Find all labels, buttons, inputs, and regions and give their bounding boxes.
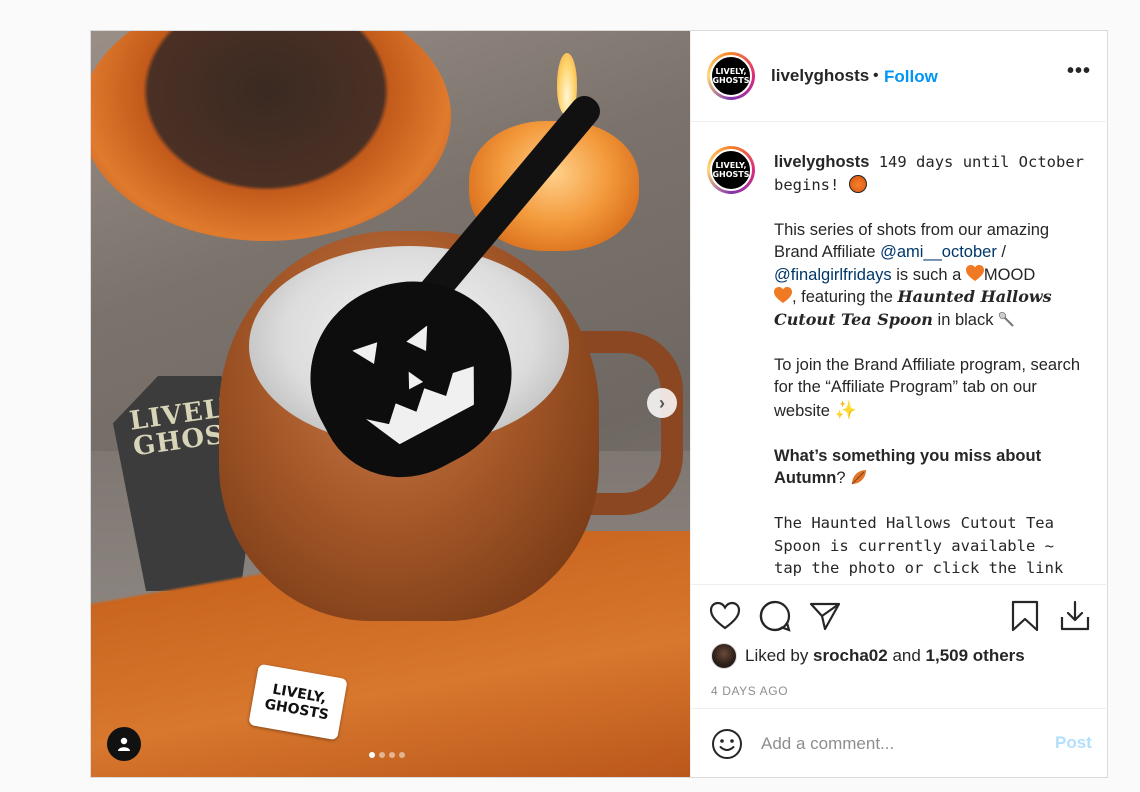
caption-question: What’s something you miss about Autumn?	[774, 445, 1084, 490]
fallen-leaf-icon	[851, 470, 867, 485]
comment-input[interactable]	[759, 729, 1043, 759]
caption-paragraph-1: This series of shots from our amazing Br…	[774, 219, 1084, 332]
spoon-icon	[998, 311, 1014, 327]
caption-question-text: What’s something you miss about Autumn	[774, 446, 1042, 488]
carousel-dot	[389, 752, 395, 758]
caption-text-segment: , featuring the	[792, 288, 898, 306]
caption-avatar-ring[interactable]: LIVELY, GHOSTS	[707, 146, 755, 194]
liked-by: Liked by srocha02 and 1,509 others	[711, 643, 1025, 669]
caption-text-segment: /	[996, 243, 1007, 261]
post-side-panel: LIVELY, GHOSTS livelyghosts • Follow •••…	[690, 31, 1108, 777]
post-comment-button[interactable]: Post	[1055, 733, 1092, 753]
download-icon[interactable]	[1058, 599, 1092, 633]
caption-paragraph-4: The Haunted Hallows Cutout Tea Spoon is …	[774, 514, 1064, 577]
more-icon[interactable]: •••	[1067, 60, 1091, 83]
post-card: LIVELY GHOSTS LIVELY, GHOSTS › LIVELY, G…	[90, 30, 1108, 778]
avatar: LIVELY, GHOSTS	[710, 149, 752, 191]
caption-area[interactable]: LIVELY, GHOSTS livelyghosts 149 days unt…	[691, 122, 1108, 584]
pumpkin-bowl	[91, 31, 451, 241]
likes-count[interactable]: 1,509 others	[926, 646, 1025, 666]
chevron-right-icon: ›	[659, 392, 665, 413]
spoon-mouth	[366, 363, 490, 453]
comment-bar: Post	[691, 708, 1108, 778]
carousel-dot	[379, 752, 385, 758]
story-ring[interactable]: LIVELY, GHOSTS	[707, 52, 755, 100]
sparkles-icon: ✨	[834, 399, 857, 420]
caption-text-segment: To join the Brand Affiliate program, sea…	[774, 355, 1081, 420]
comment-icon[interactable]	[758, 599, 792, 633]
carousel-dot	[369, 752, 375, 758]
spoon-eye-right	[404, 325, 437, 357]
share-icon[interactable]	[808, 599, 842, 633]
bookmark-icon[interactable]	[1008, 599, 1042, 633]
mention-finalgirlfridays[interactable]: @finalgirlfridays	[774, 266, 892, 284]
post-timestamp[interactable]: 4 DAYS AGO	[711, 684, 788, 698]
tagged-users-button[interactable]	[107, 727, 141, 761]
carousel-dot	[399, 752, 405, 758]
liked-by-and: and	[887, 646, 926, 665]
jack-o-lantern-icon	[848, 174, 867, 193]
post-header: LIVELY, GHOSTS livelyghosts • Follow •••	[691, 31, 1108, 122]
caption-paragraph-2: To join the Brand Affiliate program, sea…	[774, 354, 1084, 423]
follow-button[interactable]: Follow	[884, 67, 938, 87]
caption-text: livelyghosts 149 days until October begi…	[774, 151, 1084, 584]
liker-username[interactable]: srocha02	[813, 646, 888, 666]
post-image[interactable]: LIVELY GHOSTS LIVELY, GHOSTS ›	[91, 31, 690, 777]
liked-by-prefix: Liked by	[745, 646, 814, 665]
caption-text-segment: ?	[836, 469, 851, 487]
carousel-dots	[369, 752, 405, 758]
avatar: LIVELY, GHOSTS	[710, 55, 752, 97]
post-actions: Liked by srocha02 and 1,509 others 4 DAY…	[691, 584, 1108, 709]
caption-text-segment: in black	[932, 310, 999, 329]
spoon-eye-left	[352, 338, 385, 370]
orange-heart-icon	[965, 264, 984, 281]
caption-text-segment: MOOD	[983, 265, 1036, 284]
caption-text-segment: is such a	[891, 265, 966, 284]
smile-icon[interactable]	[711, 728, 743, 760]
caption-username[interactable]: livelyghosts	[774, 153, 869, 171]
caption-intro: livelyghosts 149 days until October begi…	[774, 151, 1084, 196]
liker-avatar[interactable]	[711, 643, 737, 669]
separator-bullet: •	[873, 67, 879, 84]
next-image-button[interactable]: ›	[647, 388, 677, 418]
orange-heart-icon	[774, 287, 792, 303]
header-username[interactable]: livelyghosts	[771, 66, 869, 86]
heart-icon[interactable]	[708, 599, 742, 633]
spoon-nose	[402, 368, 424, 390]
mention-ami-october[interactable]: @ami__october	[880, 243, 997, 261]
user-tag-icon	[118, 737, 130, 751]
